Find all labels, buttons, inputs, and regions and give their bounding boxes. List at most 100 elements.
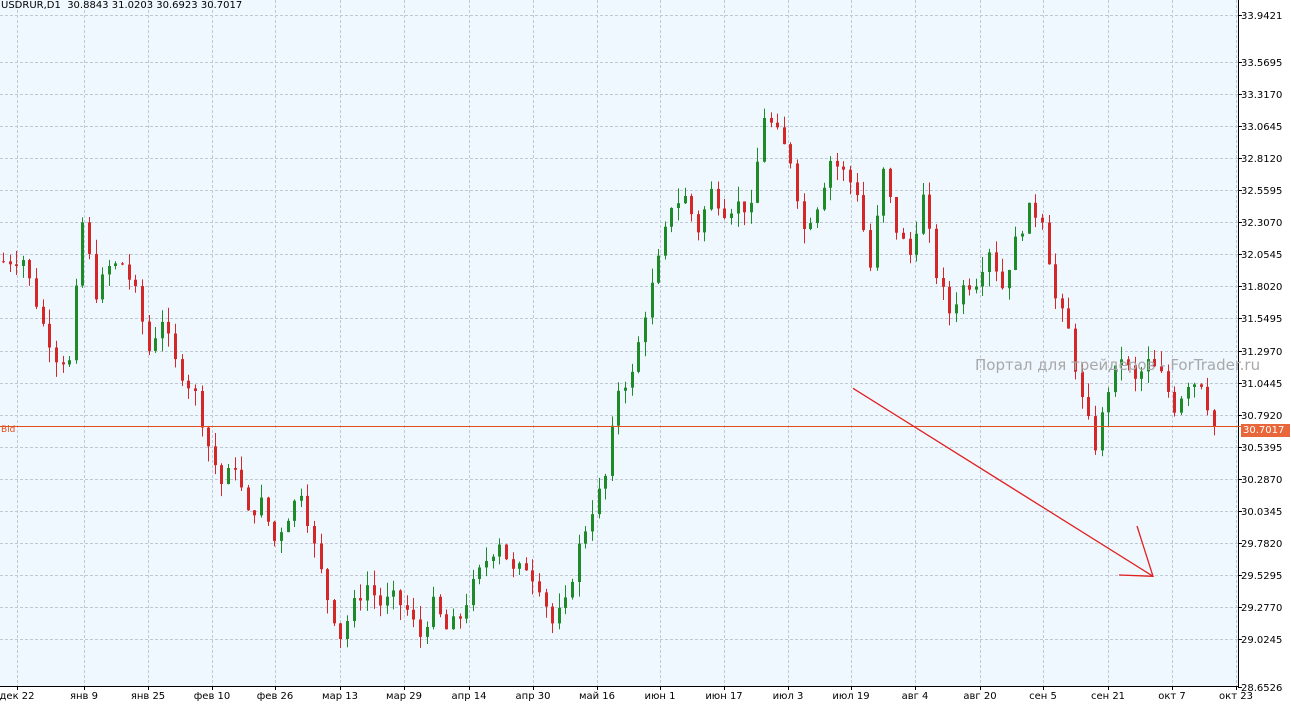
- candle-bear: [531, 570, 534, 582]
- candle-bull: [558, 607, 561, 624]
- candle-bull: [392, 590, 395, 597]
- candle-bear: [842, 166, 845, 170]
- candle-bull: [955, 304, 958, 314]
- candle-bear: [717, 188, 720, 209]
- candle-bear: [194, 388, 197, 392]
- x-tick-label: окт 23: [1219, 691, 1253, 702]
- candle-bear: [948, 286, 951, 314]
- candle-bull: [876, 215, 879, 268]
- candle-bear: [459, 616, 462, 619]
- candle-bull: [631, 371, 634, 388]
- plot-area: [0, 0, 1238, 686]
- candle-bear: [551, 606, 554, 624]
- candle-bear: [373, 585, 376, 596]
- candle-bull: [287, 520, 290, 533]
- candle-bear: [267, 497, 270, 522]
- candle-bear: [42, 306, 45, 324]
- x-tick-label: мар 13: [322, 691, 358, 702]
- candle-bull: [710, 188, 713, 210]
- candle-bear: [902, 232, 905, 239]
- candle-bull: [598, 488, 601, 515]
- candle-bull: [1180, 398, 1183, 413]
- candle-bull: [386, 596, 389, 606]
- candle-bear: [1034, 202, 1037, 218]
- candle-bull: [22, 260, 25, 266]
- candle-bear: [776, 122, 779, 128]
- candle-bull: [1193, 384, 1196, 387]
- candle-bear: [62, 362, 65, 365]
- candle-bull: [915, 233, 918, 255]
- candle-bull: [101, 274, 104, 300]
- candle-bull: [617, 390, 620, 426]
- x-tick-label: янв 25: [131, 691, 165, 702]
- candle-bear: [181, 359, 184, 381]
- candle-bull: [763, 118, 766, 162]
- candle-bear: [445, 614, 448, 630]
- candle-bear: [1067, 308, 1070, 329]
- candle-bear: [525, 563, 528, 571]
- candle-bull: [68, 360, 71, 365]
- x-tick-label: фев 26: [257, 691, 294, 702]
- y-tick-label: 31.0445: [1241, 379, 1282, 390]
- close-value: 30.7017: [200, 0, 243, 11]
- x-tick-label: фев 10: [194, 691, 231, 702]
- candle-bear: [220, 465, 223, 485]
- candle-bear: [942, 278, 945, 287]
- candle-bull: [750, 202, 753, 213]
- y-tick-label: 33.9421: [1241, 11, 1282, 22]
- y-tick-label: 29.0245: [1241, 635, 1282, 646]
- candle-bull: [664, 226, 667, 256]
- open-value: 30.8843: [67, 0, 109, 11]
- candle-bear: [836, 160, 839, 167]
- candle-bull: [756, 161, 759, 203]
- candle-bear: [9, 261, 12, 265]
- bid-price-badge: 30.7017: [1241, 424, 1290, 437]
- candle-bear: [889, 168, 892, 197]
- x-tick-label: июл 19: [832, 691, 869, 702]
- candle-bull: [578, 543, 581, 582]
- candle-bull: [611, 425, 614, 476]
- candle-bull: [684, 195, 687, 204]
- candle-bull: [300, 495, 303, 501]
- y-tick-label: 30.2870: [1241, 475, 1282, 486]
- candle-bear: [134, 279, 137, 287]
- candle-bear: [1087, 397, 1090, 417]
- candle-bull: [154, 338, 157, 351]
- candle-bear: [697, 214, 700, 233]
- symbol-label: USDRUR,D1: [1, 0, 61, 11]
- candle-bull: [280, 532, 283, 541]
- x-tick-label: июн 1: [645, 691, 676, 702]
- candle-bear: [148, 321, 151, 351]
- candle-bull: [492, 556, 495, 562]
- candle-bull: [730, 213, 733, 218]
- candle-bull: [670, 207, 673, 227]
- candle-bear: [240, 469, 243, 488]
- y-tick-label: 29.2770: [1241, 603, 1282, 614]
- candle-bear: [862, 195, 865, 231]
- y-tick-label: 30.0345: [1241, 507, 1282, 518]
- candle-bear: [743, 201, 746, 213]
- candle-bull: [465, 605, 468, 619]
- candle-bull: [564, 597, 567, 608]
- candle-bear: [333, 600, 336, 624]
- candlestick-chart: 33.9421 33.5695 33.3170 33.0645 32.8120 32.55…: [0, 0, 1290, 702]
- candle-bull: [366, 585, 369, 601]
- candle-bull: [498, 544, 501, 557]
- candle-bear: [1061, 298, 1064, 309]
- candle-bear: [399, 590, 402, 606]
- x-tick-label: июл 3: [773, 691, 804, 702]
- low-value: 30.6923: [156, 0, 198, 11]
- y-tick-label: 33.3170: [1241, 90, 1282, 101]
- candle-bear: [1173, 391, 1176, 413]
- candle-bear: [770, 118, 773, 123]
- candle-bull: [651, 282, 654, 318]
- candle-bull: [260, 497, 263, 516]
- x-tick-label: апр 30: [516, 691, 551, 702]
- chart-window: 33.9421 33.5695 33.3170 33.0645 32.8120 32.55…: [0, 0, 1291, 710]
- candle-bear: [1001, 271, 1004, 289]
- candle-bear: [935, 228, 938, 279]
- candle-bear: [1094, 416, 1097, 451]
- candle-bull: [485, 561, 488, 568]
- x-tick-label: сен 5: [1029, 691, 1057, 702]
- candle-bull: [472, 578, 475, 606]
